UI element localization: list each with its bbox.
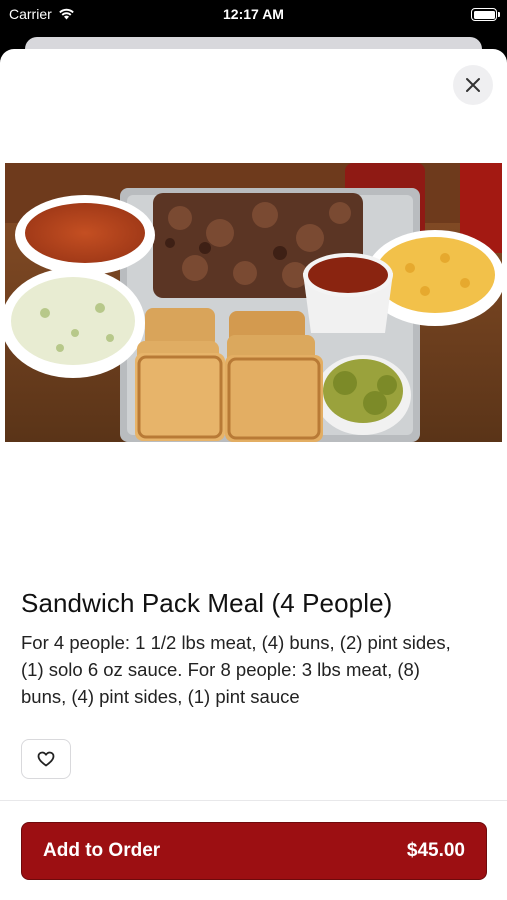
status-bar: Carrier 12:17 AM xyxy=(0,0,507,30)
item-photo xyxy=(5,163,502,442)
heart-icon xyxy=(37,751,55,767)
close-button[interactable] xyxy=(453,65,493,105)
battery-icon xyxy=(471,8,500,21)
item-title: Sandwich Pack Meal (4 People) xyxy=(21,588,393,618)
app-screen: Carrier 12:17 AM Sandwich Pack Meal (4 P… xyxy=(0,0,507,900)
status-time: 12:17 AM xyxy=(223,6,284,22)
add-to-order-label: Add to Order xyxy=(43,840,161,861)
close-icon xyxy=(466,78,480,92)
add-to-order-button[interactable]: Add to Order $45.00 xyxy=(21,822,487,880)
item-description: For 4 people: 1 1/2 lbs meat, (4) buns, … xyxy=(21,632,451,707)
divider xyxy=(0,800,507,801)
price-label: $45.00 xyxy=(406,840,465,861)
favorite-button[interactable] xyxy=(21,739,71,779)
item-detail-sheet: Sandwich Pack Meal (4 People) For 4 peop… xyxy=(0,49,507,900)
